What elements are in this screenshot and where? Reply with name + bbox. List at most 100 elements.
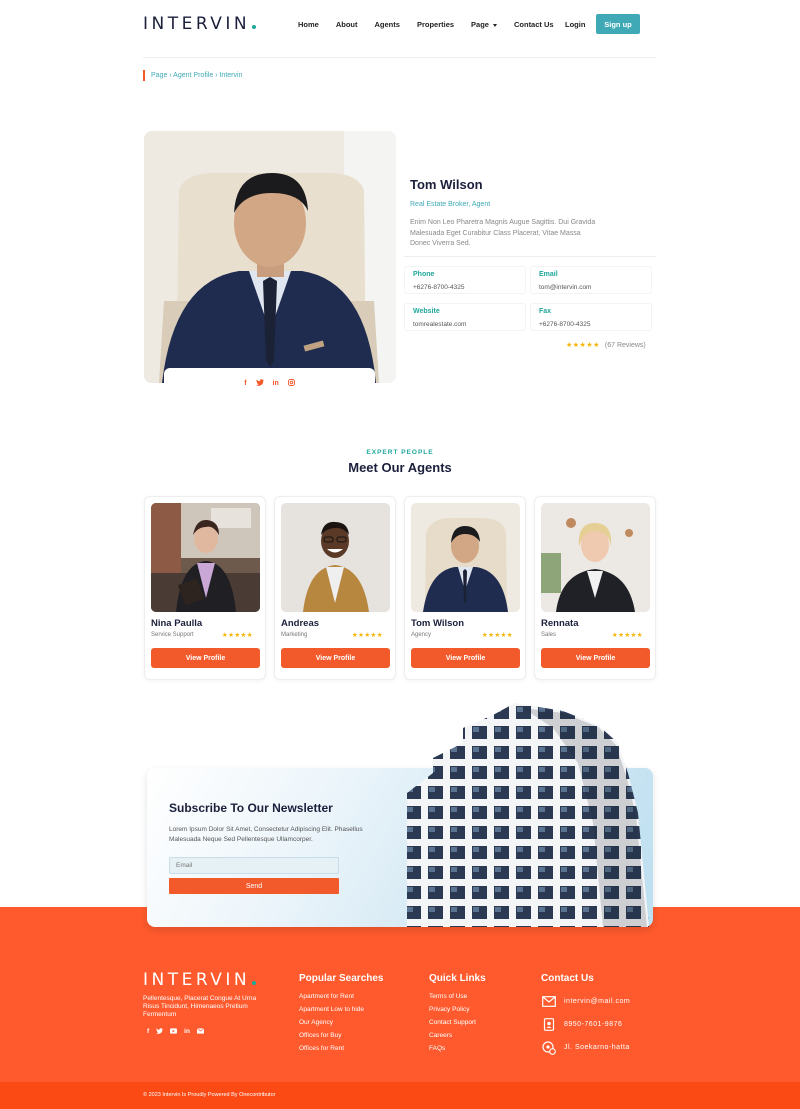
location-icon [542, 1040, 556, 1055]
agent-role: Agency [411, 632, 432, 638]
footer-link[interactable]: Apartment for Rent [299, 990, 364, 1003]
signup-button[interactable]: Sign up [596, 14, 640, 34]
newsletter-send-button[interactable]: Send [169, 878, 339, 894]
nav-about[interactable]: About [336, 20, 358, 29]
agent-photo [411, 503, 520, 612]
mail-icon[interactable] [196, 1028, 205, 1036]
agent-role: Sales [541, 632, 557, 638]
logo-dot [252, 981, 257, 985]
building-image [407, 703, 649, 927]
footer-link[interactable]: Terms of Use [429, 990, 476, 1003]
view-profile-button[interactable]: View Profile [411, 648, 520, 668]
profile-rating: ★★★★★ (67 Reviews) [566, 341, 646, 350]
instagram-icon[interactable] [287, 378, 295, 388]
facebook-icon[interactable]: f [147, 1028, 149, 1036]
view-profile-button[interactable]: View Profile [541, 648, 650, 668]
youtube-icon[interactable] [170, 1028, 178, 1036]
footer-logo-text: INTERVIN [143, 970, 251, 990]
rating-stars: ★★★★★ [566, 342, 600, 349]
agent-profile-photo [144, 131, 396, 383]
phone-box: Phone +6276-8700-4325 [404, 266, 526, 294]
agent-card: Nina Paulla Service Support ★★★★★ View P… [144, 496, 266, 680]
website-value[interactable]: tomrealestate.com [413, 321, 466, 328]
footer-link[interactable]: Offices for Rent [299, 1042, 364, 1055]
chevron-down-icon [492, 23, 497, 27]
agents-eyebrow: EXPERT PEOPLE [366, 449, 434, 456]
facebook-icon[interactable]: f [244, 380, 246, 387]
agent-name: Rennata [541, 618, 579, 629]
agent-rating-stars: ★★★★★ [481, 632, 513, 639]
contact-phone-text: 8950-7601-9876 [564, 1021, 623, 1028]
agent-name: Nina Paulla [151, 618, 203, 629]
reviews-count[interactable]: (67 Reviews) [605, 342, 646, 349]
agent-card: Rennata Sales ★★★★★ View Profile [534, 496, 656, 680]
logo-dot [252, 25, 257, 29]
nav-agents[interactable]: Agents [375, 20, 400, 29]
footer-link[interactable]: Privacy Policy [429, 1003, 476, 1016]
contact-email[interactable]: intervin@mail.com [542, 995, 630, 1008]
twitter-icon[interactable] [156, 1028, 164, 1036]
footer-link[interactable]: Offices for Buy [299, 1029, 364, 1042]
newsletter-email-input[interactable] [169, 857, 339, 874]
nav-properties[interactable]: Properties [417, 20, 454, 29]
agent-name: Andreas [281, 618, 320, 629]
profile-name: Tom Wilson [410, 177, 483, 192]
footer-about: Pellentesque, Placerat Congue At Urna Ri… [143, 995, 257, 1018]
agent-role: Service Support [151, 632, 194, 638]
website-label: Website [413, 308, 440, 315]
contact-address-text: Jl. Soekarno-hatta [564, 1044, 630, 1051]
popular-searches-list: Apartment for Rent Apartment Low to hide… [299, 990, 364, 1055]
fax-value: +6276-8700-4325 [539, 321, 591, 328]
contact-us-title: Contact Us [541, 973, 594, 984]
quick-links-title: Quick Links [429, 973, 486, 984]
agent-role: Marketing [281, 632, 308, 638]
agent-card: Tom Wilson Agency ★★★★★ View Profile [404, 496, 526, 680]
fax-box: Fax +6276-8700-4325 [530, 303, 652, 331]
footer-link[interactable]: Careers [429, 1029, 476, 1042]
profile-divider [404, 256, 656, 257]
twitter-icon[interactable] [255, 378, 264, 388]
footer-link[interactable]: Contact Support [429, 1016, 476, 1029]
nav-contact[interactable]: Contact Us [514, 20, 554, 29]
footer-background [0, 907, 800, 1109]
view-profile-button[interactable]: View Profile [151, 648, 260, 668]
phone-value[interactable]: +6276-8700-4325 [413, 284, 465, 291]
agents-title: Meet Our Agents [348, 460, 452, 475]
agent-name: Tom Wilson [411, 618, 465, 629]
profile-description: Enim Non Leo Pharetra Magnis Augue Sagit… [410, 219, 596, 247]
linkedin-icon[interactable]: in [273, 380, 279, 387]
agent-rating-stars: ★★★★★ [221, 632, 253, 639]
newsletter-description: Lorem Ipsum Dolor Sit Amet, Consectetur … [169, 826, 363, 843]
footer-link[interactable]: FAQs [429, 1042, 476, 1055]
header-divider [143, 57, 656, 58]
nav-home[interactable]: Home [298, 20, 319, 29]
login-link[interactable]: Login [565, 20, 585, 29]
website-box: Website tomrealestate.com [404, 303, 526, 331]
agent-rating-stars: ★★★★★ [351, 632, 383, 639]
phone-icon [542, 1018, 556, 1031]
breadcrumb[interactable]: Page › Agent Profile › Intervin [151, 72, 242, 79]
footer-logo[interactable]: INTERVIN [143, 970, 257, 990]
quick-links-list: Terms of Use Privacy Policy Contact Supp… [429, 990, 476, 1055]
newsletter-title: Subscribe To Our Newsletter [169, 801, 333, 815]
brand-logo[interactable]: INTERVIN [143, 14, 257, 34]
phone-label: Phone [413, 271, 435, 278]
profile-role: Real Estate Broker, Agent [410, 201, 491, 208]
footer-link[interactable]: Our Agency [299, 1016, 364, 1029]
nav-page[interactable]: Page [471, 20, 497, 29]
footer-link[interactable]: Apartment Low to hide [299, 1003, 364, 1016]
fax-label: Fax [539, 308, 552, 315]
linkedin-icon[interactable]: in [184, 1028, 190, 1036]
popular-searches-title: Popular Searches [299, 973, 384, 984]
agent-photo [281, 503, 390, 612]
breadcrumb-marker [143, 70, 145, 81]
brand-logo-text: INTERVIN [143, 14, 251, 34]
contact-phone[interactable]: 8950-7601-9876 [542, 1018, 622, 1031]
view-profile-button[interactable]: View Profile [281, 648, 390, 668]
profile-social-bar: f in [164, 368, 375, 398]
agent-card: Andreas Marketing ★★★★★ View Profile [274, 496, 396, 680]
contact-address[interactable]: Jl. Soekarno-hatta [542, 1040, 630, 1055]
mail-icon [542, 995, 556, 1008]
copyright-text: © 2023 Intervin Is Proudly Powered By On… [143, 1092, 276, 1098]
email-value[interactable]: tom@intervin.com [539, 284, 591, 291]
